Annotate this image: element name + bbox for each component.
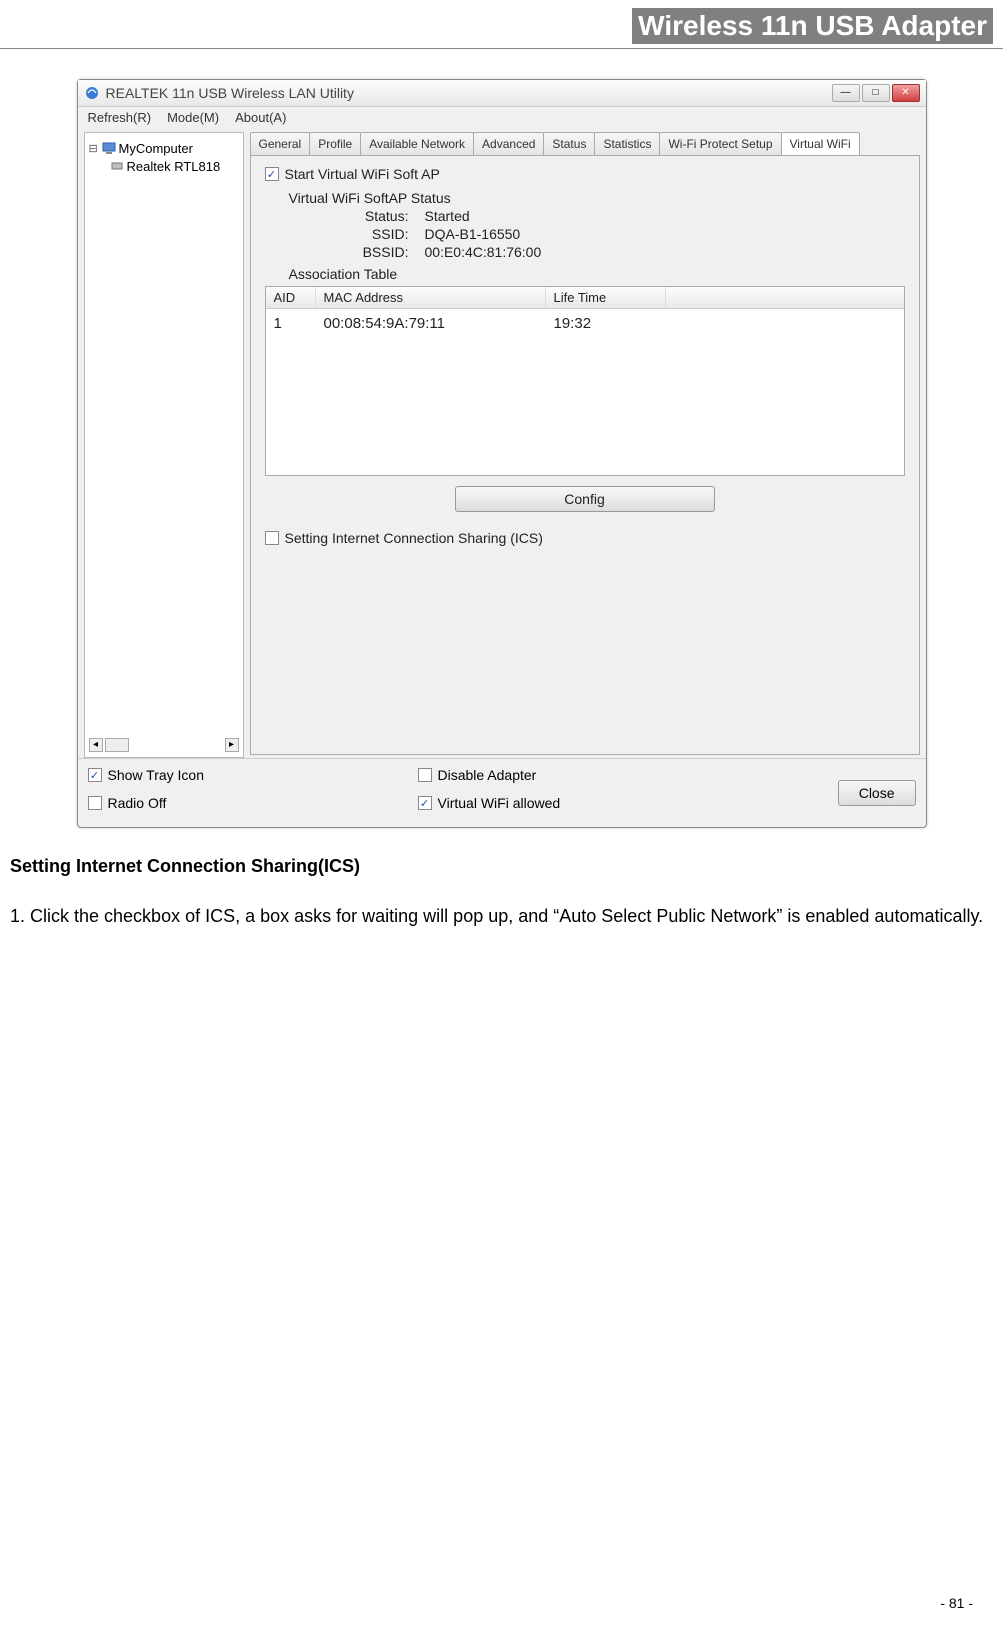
- col-aid[interactable]: AID: [266, 287, 316, 308]
- scroll-thumb[interactable]: [105, 738, 129, 752]
- bottom-bar: ✓ Show Tray Icon Radio Off Disable Adapt…: [78, 758, 926, 827]
- cell-mac: 00:08:54:9A:79:11: [316, 313, 546, 334]
- tree-collapse-icon[interactable]: ⊟: [89, 142, 99, 155]
- tree-root[interactable]: ⊟ MyComputer: [89, 139, 239, 157]
- doc-paragraph: 1. Click the checkbox of ICS, a box asks…: [10, 898, 993, 936]
- bottom-left: ✓ Show Tray Icon Radio Off: [88, 767, 418, 819]
- assoc-table-title: Association Table: [289, 266, 905, 282]
- tab-wifi-protect[interactable]: Wi-Fi Protect Setup: [659, 132, 781, 155]
- tabstrip: General Profile Available Network Advanc…: [250, 132, 920, 155]
- scroll-right-icon[interactable]: ▸: [225, 738, 239, 752]
- tab-status[interactable]: Status: [543, 132, 595, 155]
- status-value: Started: [425, 208, 470, 224]
- app-icon: [84, 85, 100, 101]
- virtual-allowed-checkbox[interactable]: ✓: [418, 796, 432, 810]
- bssid-value: 00:E0:4C:81:76:00: [425, 244, 542, 260]
- bottom-mid: Disable Adapter ✓ Virtual WiFi allowed: [418, 767, 838, 819]
- disable-adapter-checkbox[interactable]: [418, 768, 432, 782]
- menu-mode[interactable]: Mode(M): [167, 110, 219, 125]
- ics-label: Setting Internet Connection Sharing (ICS…: [285, 530, 543, 546]
- cell-aid: 1: [266, 313, 316, 334]
- tree-panel: ⊟ MyComputer Realtek RTL818 ◂ ▸: [84, 132, 244, 758]
- assoc-table: AID MAC Address Life Time 1 00:08:54:9A:…: [265, 286, 905, 476]
- titlebar: REALTEK 11n USB Wireless LAN Utility — □…: [78, 80, 926, 107]
- close-button[interactable]: Close: [838, 780, 916, 806]
- tab-profile[interactable]: Profile: [309, 132, 361, 155]
- tab-advanced[interactable]: Advanced: [473, 132, 544, 155]
- config-button[interactable]: Config: [455, 486, 715, 512]
- app-window: REALTEK 11n USB Wireless LAN Utility — □…: [77, 79, 927, 828]
- ssid-value: DQA-B1-16550: [425, 226, 521, 242]
- cell-life: 19:32: [546, 313, 666, 334]
- body-area: ⊟ MyComputer Realtek RTL818 ◂ ▸: [78, 128, 926, 758]
- page-header-title: Wireless 11n USB Adapter: [632, 8, 993, 44]
- ssid-label: SSID:: [329, 226, 409, 242]
- tree-child-label: Realtek RTL818: [127, 159, 221, 174]
- minimize-button[interactable]: —: [832, 84, 860, 102]
- tab-content: ✓ Start Virtual WiFi Soft AP Virtual WiF…: [250, 155, 920, 755]
- tree-scrollbar[interactable]: ◂ ▸: [89, 737, 239, 753]
- radio-off-checkbox[interactable]: [88, 796, 102, 810]
- tab-virtual-wifi[interactable]: Virtual WiFi: [781, 132, 860, 155]
- menubar: Refresh(R) Mode(M) About(A): [78, 107, 926, 128]
- ics-checkbox[interactable]: [265, 531, 279, 545]
- adapter-icon: [109, 158, 125, 174]
- scroll-left-icon[interactable]: ◂: [89, 738, 103, 752]
- page-header: Wireless 11n USB Adapter: [0, 0, 1003, 48]
- ics-row: Setting Internet Connection Sharing (ICS…: [265, 530, 905, 546]
- doc-heading: Setting Internet Connection Sharing(ICS): [10, 848, 993, 886]
- page-number: - 81 -: [940, 1595, 973, 1611]
- col-mac[interactable]: MAC Address: [316, 287, 546, 308]
- tab-general[interactable]: General: [250, 132, 311, 155]
- bssid-label: BSSID:: [329, 244, 409, 260]
- close-window-button[interactable]: ✕: [892, 84, 920, 102]
- start-ap-label: Start Virtual WiFi Soft AP: [285, 166, 440, 182]
- header-rule: [0, 48, 1003, 49]
- status-label: Status:: [329, 208, 409, 224]
- window-title: REALTEK 11n USB Wireless LAN Utility: [106, 85, 832, 101]
- menu-refresh[interactable]: Refresh(R): [88, 110, 152, 125]
- virtual-allowed-label: Virtual WiFi allowed: [438, 795, 561, 811]
- assoc-table-header: AID MAC Address Life Time: [266, 287, 904, 309]
- start-ap-row: ✓ Start Virtual WiFi Soft AP: [265, 166, 905, 182]
- radio-off-label: Radio Off: [108, 795, 167, 811]
- tree-child[interactable]: Realtek RTL818: [89, 157, 239, 175]
- tab-statistics[interactable]: Statistics: [594, 132, 660, 155]
- right-panel: General Profile Available Network Advanc…: [250, 132, 920, 758]
- col-life[interactable]: Life Time: [546, 287, 666, 308]
- bottom-right: Close: [838, 780, 916, 806]
- table-row[interactable]: 1 00:08:54:9A:79:11 19:32: [266, 309, 904, 338]
- doc-text: Setting Internet Connection Sharing(ICS)…: [0, 848, 1003, 936]
- start-ap-checkbox[interactable]: ✓: [265, 167, 279, 181]
- maximize-button[interactable]: □: [862, 84, 890, 102]
- window-buttons: — □ ✕: [832, 84, 920, 102]
- disable-adapter-label: Disable Adapter: [438, 767, 537, 783]
- softap-status-block: Virtual WiFi SoftAP Status Status: Start…: [289, 190, 905, 260]
- softap-status-title: Virtual WiFi SoftAP Status: [289, 190, 905, 206]
- show-tray-checkbox[interactable]: ✓: [88, 768, 102, 782]
- computer-icon: [101, 140, 117, 156]
- menu-about[interactable]: About(A): [235, 110, 286, 125]
- show-tray-label: Show Tray Icon: [108, 767, 205, 783]
- tree-root-label: MyComputer: [119, 141, 193, 156]
- tab-available-network[interactable]: Available Network: [360, 132, 474, 155]
